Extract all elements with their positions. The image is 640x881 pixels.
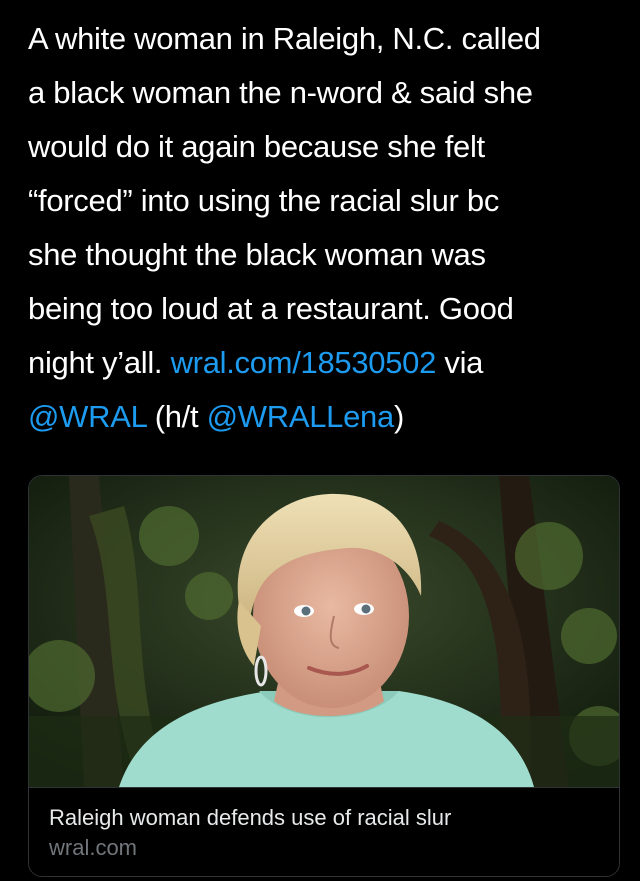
tweet-line: A white woman in Raleigh, N.C. called bbox=[28, 21, 541, 56]
hat-tip-close: ) bbox=[393, 399, 404, 434]
card-meta: Raleigh woman defends use of racial slur… bbox=[29, 787, 619, 876]
tweet-text-fragment: night y’all. bbox=[28, 345, 163, 380]
tweet-line-with-link: night y’all. wral.com/18530502 via bbox=[28, 336, 620, 390]
tweet-line: would do it again because she felt bbox=[28, 129, 485, 164]
tweet-line: she thought the black woman was bbox=[28, 237, 486, 272]
card-domain: wral.com bbox=[49, 835, 138, 860]
link-preview-card[interactable]: Raleigh woman defends use of racial slur… bbox=[28, 475, 620, 877]
article-link[interactable]: wral.com/18530502 bbox=[171, 345, 437, 380]
mention-wral-link[interactable]: @WRAL bbox=[28, 399, 147, 434]
tweet-line: being too loud at a restaurant. Good bbox=[28, 291, 514, 326]
tweet-line-mentions: @WRAL (h/t @WRALLena) bbox=[28, 390, 620, 444]
card-title[interactable]: Raleigh woman defends use of racial slur bbox=[49, 804, 451, 832]
tweet-line: “forced” into using the racial slur bc bbox=[28, 183, 500, 218]
tweet-text: A white woman in Raleigh, N.C. called a … bbox=[28, 12, 620, 444]
mention-wrallena-link[interactable]: @WRALLena bbox=[207, 399, 395, 434]
hat-tip-open: (h/t bbox=[154, 399, 199, 434]
via-text: via bbox=[444, 345, 484, 380]
card-thumbnail-image bbox=[29, 476, 619, 787]
tweet-line: a black woman the n-word & said she bbox=[28, 75, 533, 110]
